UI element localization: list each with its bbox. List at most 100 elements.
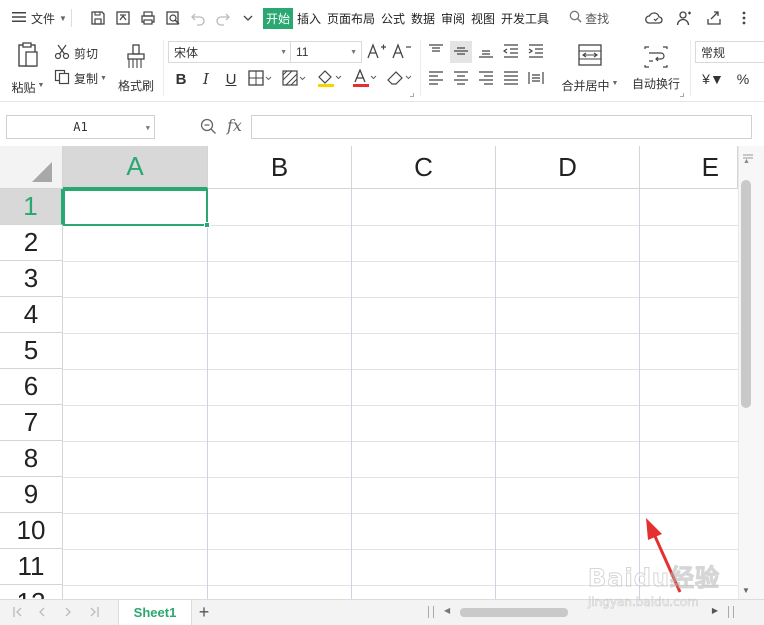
percent-format-button[interactable]: % bbox=[732, 68, 754, 90]
underline-button[interactable]: U bbox=[220, 68, 242, 90]
print-icon[interactable] bbox=[136, 6, 160, 30]
more-icon[interactable] bbox=[732, 6, 756, 30]
currency-format-button[interactable]: ¥ ▼ bbox=[698, 68, 728, 90]
redo-icon[interactable] bbox=[211, 6, 235, 30]
fill-handle[interactable] bbox=[204, 222, 210, 228]
format-painter-label: 格式刷 bbox=[117, 79, 154, 93]
sheet-tab-sheet1[interactable]: Sheet1 bbox=[118, 600, 192, 625]
zoom-icon[interactable] bbox=[200, 118, 217, 138]
scroll-left-icon[interactable]: ◀ bbox=[444, 606, 450, 615]
font-dialog-launcher[interactable] bbox=[410, 93, 414, 97]
scroll-up-icon[interactable]: ▲ bbox=[743, 158, 750, 165]
font-name-select[interactable]: 宋体 ▼ bbox=[168, 41, 292, 63]
row-header-4[interactable]: 4 bbox=[0, 297, 63, 333]
row-header-1[interactable]: 1 bbox=[0, 189, 63, 225]
copy-button[interactable]: 复制 ▼ bbox=[54, 67, 107, 89]
fill-color-button[interactable] bbox=[314, 68, 344, 90]
column-header-d[interactable]: D bbox=[496, 146, 640, 189]
collaborate-icon[interactable] bbox=[672, 6, 696, 30]
wrap-text-button[interactable]: 自动换行 bbox=[628, 42, 684, 96]
row-header-6[interactable]: 6 bbox=[0, 369, 63, 405]
font-size-select[interactable]: 11 ▼ bbox=[290, 41, 362, 63]
row-header-2[interactable]: 2 bbox=[0, 225, 63, 261]
undo-icon[interactable] bbox=[186, 6, 210, 30]
justify-button[interactable] bbox=[500, 68, 522, 90]
active-cell-a1[interactable] bbox=[63, 189, 210, 228]
vertical-scroll-thumb[interactable] bbox=[741, 180, 751, 408]
last-sheet-icon[interactable] bbox=[86, 604, 102, 620]
first-sheet-icon[interactable] bbox=[10, 604, 26, 620]
add-sheet-button[interactable]: + bbox=[195, 602, 213, 622]
row-header-12[interactable]: 12 bbox=[0, 585, 63, 599]
font-shrink-icon bbox=[392, 42, 412, 62]
paste-button[interactable]: 粘贴 ▼ bbox=[8, 42, 48, 96]
row-header-11[interactable]: 11 bbox=[0, 549, 63, 585]
clear-format-button[interactable] bbox=[384, 68, 414, 90]
search-button[interactable]: 查找 bbox=[569, 10, 609, 27]
horizontal-scroll-thumb[interactable] bbox=[460, 608, 568, 617]
bold-button[interactable]: B bbox=[170, 68, 192, 90]
column-header-e[interactable]: E bbox=[640, 146, 738, 189]
row-header-8[interactable]: 8 bbox=[0, 441, 63, 477]
baidu-jingyan-watermark: Baidu经验 jingyan.baidu.com bbox=[588, 558, 738, 620]
merge-center-button[interactable]: 合并居中 ▼ bbox=[558, 42, 622, 96]
row-header-7[interactable]: 7 bbox=[0, 405, 63, 441]
increase-indent-button[interactable] bbox=[525, 41, 547, 63]
customize-toolbar-icon[interactable] bbox=[236, 6, 260, 30]
file-menu-button[interactable]: 文件 ▼ bbox=[12, 6, 67, 30]
format-painter-button[interactable]: 格式刷 bbox=[114, 42, 158, 96]
align-right-button[interactable] bbox=[475, 68, 497, 90]
increase-font-size-button[interactable] bbox=[366, 41, 388, 63]
share-icon[interactable] bbox=[702, 6, 726, 30]
tab-formulas[interactable]: 公式 bbox=[379, 8, 407, 29]
align-bottom-button[interactable] bbox=[475, 41, 497, 63]
tab-view[interactable]: 视图 bbox=[469, 8, 497, 29]
row-header-9[interactable]: 9 bbox=[0, 477, 63, 513]
distributed-align-button[interactable] bbox=[525, 68, 547, 90]
scroll-down-icon[interactable]: ▼ bbox=[742, 586, 750, 595]
row-header-5[interactable]: 5 bbox=[0, 333, 63, 369]
tab-data[interactable]: 数据 bbox=[409, 8, 437, 29]
print-preview-icon[interactable] bbox=[161, 6, 185, 30]
divider bbox=[70, 9, 72, 27]
row-header-10[interactable]: 10 bbox=[0, 513, 63, 549]
align-middle-button[interactable] bbox=[450, 41, 472, 63]
hamburger-icon bbox=[12, 11, 26, 26]
vertical-scrollbar[interactable]: ▲ ▼ bbox=[738, 146, 764, 599]
italic-button[interactable]: I bbox=[195, 68, 217, 90]
cut-button[interactable]: 剪切 bbox=[54, 42, 98, 64]
tab-home[interactable]: 开始 bbox=[262, 7, 293, 29]
alignment-dialog-launcher[interactable] bbox=[680, 93, 684, 97]
tab-review[interactable]: 审阅 bbox=[439, 8, 467, 29]
decrease-font-size-button[interactable] bbox=[391, 41, 413, 63]
align-top-button[interactable] bbox=[425, 41, 447, 63]
borders-button[interactable] bbox=[246, 68, 274, 90]
formula-input[interactable] bbox=[251, 115, 752, 139]
split-handle-icon[interactable] bbox=[743, 149, 753, 159]
tab-page-layout[interactable]: 页面布局 bbox=[325, 8, 377, 29]
tab-insert[interactable]: 插入 bbox=[295, 8, 323, 29]
prev-sheet-icon[interactable] bbox=[34, 604, 50, 620]
column-header-a[interactable]: A bbox=[63, 146, 208, 189]
align-center-button[interactable] bbox=[450, 68, 472, 90]
name-box[interactable]: A1 ▼ bbox=[6, 115, 155, 139]
tab-developer[interactable]: 开发工具 bbox=[499, 8, 551, 29]
insert-function-button[interactable]: fx bbox=[227, 116, 242, 135]
font-color-button[interactable] bbox=[349, 67, 379, 90]
save-icon[interactable] bbox=[86, 6, 110, 30]
row-header-3[interactable]: 3 bbox=[0, 261, 63, 297]
next-sheet-icon[interactable] bbox=[60, 604, 76, 620]
select-all-corner[interactable] bbox=[0, 146, 63, 189]
tab-splitter-handle[interactable] bbox=[428, 606, 434, 618]
number-format-select[interactable]: 常规 bbox=[695, 41, 764, 63]
divider bbox=[420, 40, 421, 96]
decrease-indent-button[interactable] bbox=[500, 41, 522, 63]
align-left-button[interactable] bbox=[425, 68, 447, 90]
ribbon-home: 粘贴 ▼ 剪切 复制 ▼ 格式刷 宋体 ▼ 11 ▼ B I U 合并居中 ▼ … bbox=[0, 36, 764, 102]
cell-style-button[interactable] bbox=[280, 68, 308, 90]
column-header-c[interactable]: C bbox=[352, 146, 496, 189]
export-pdf-icon[interactable] bbox=[111, 6, 135, 30]
cell-area[interactable] bbox=[63, 189, 738, 599]
column-header-b[interactable]: B bbox=[208, 146, 352, 189]
cloud-sync-icon[interactable] bbox=[642, 6, 666, 30]
